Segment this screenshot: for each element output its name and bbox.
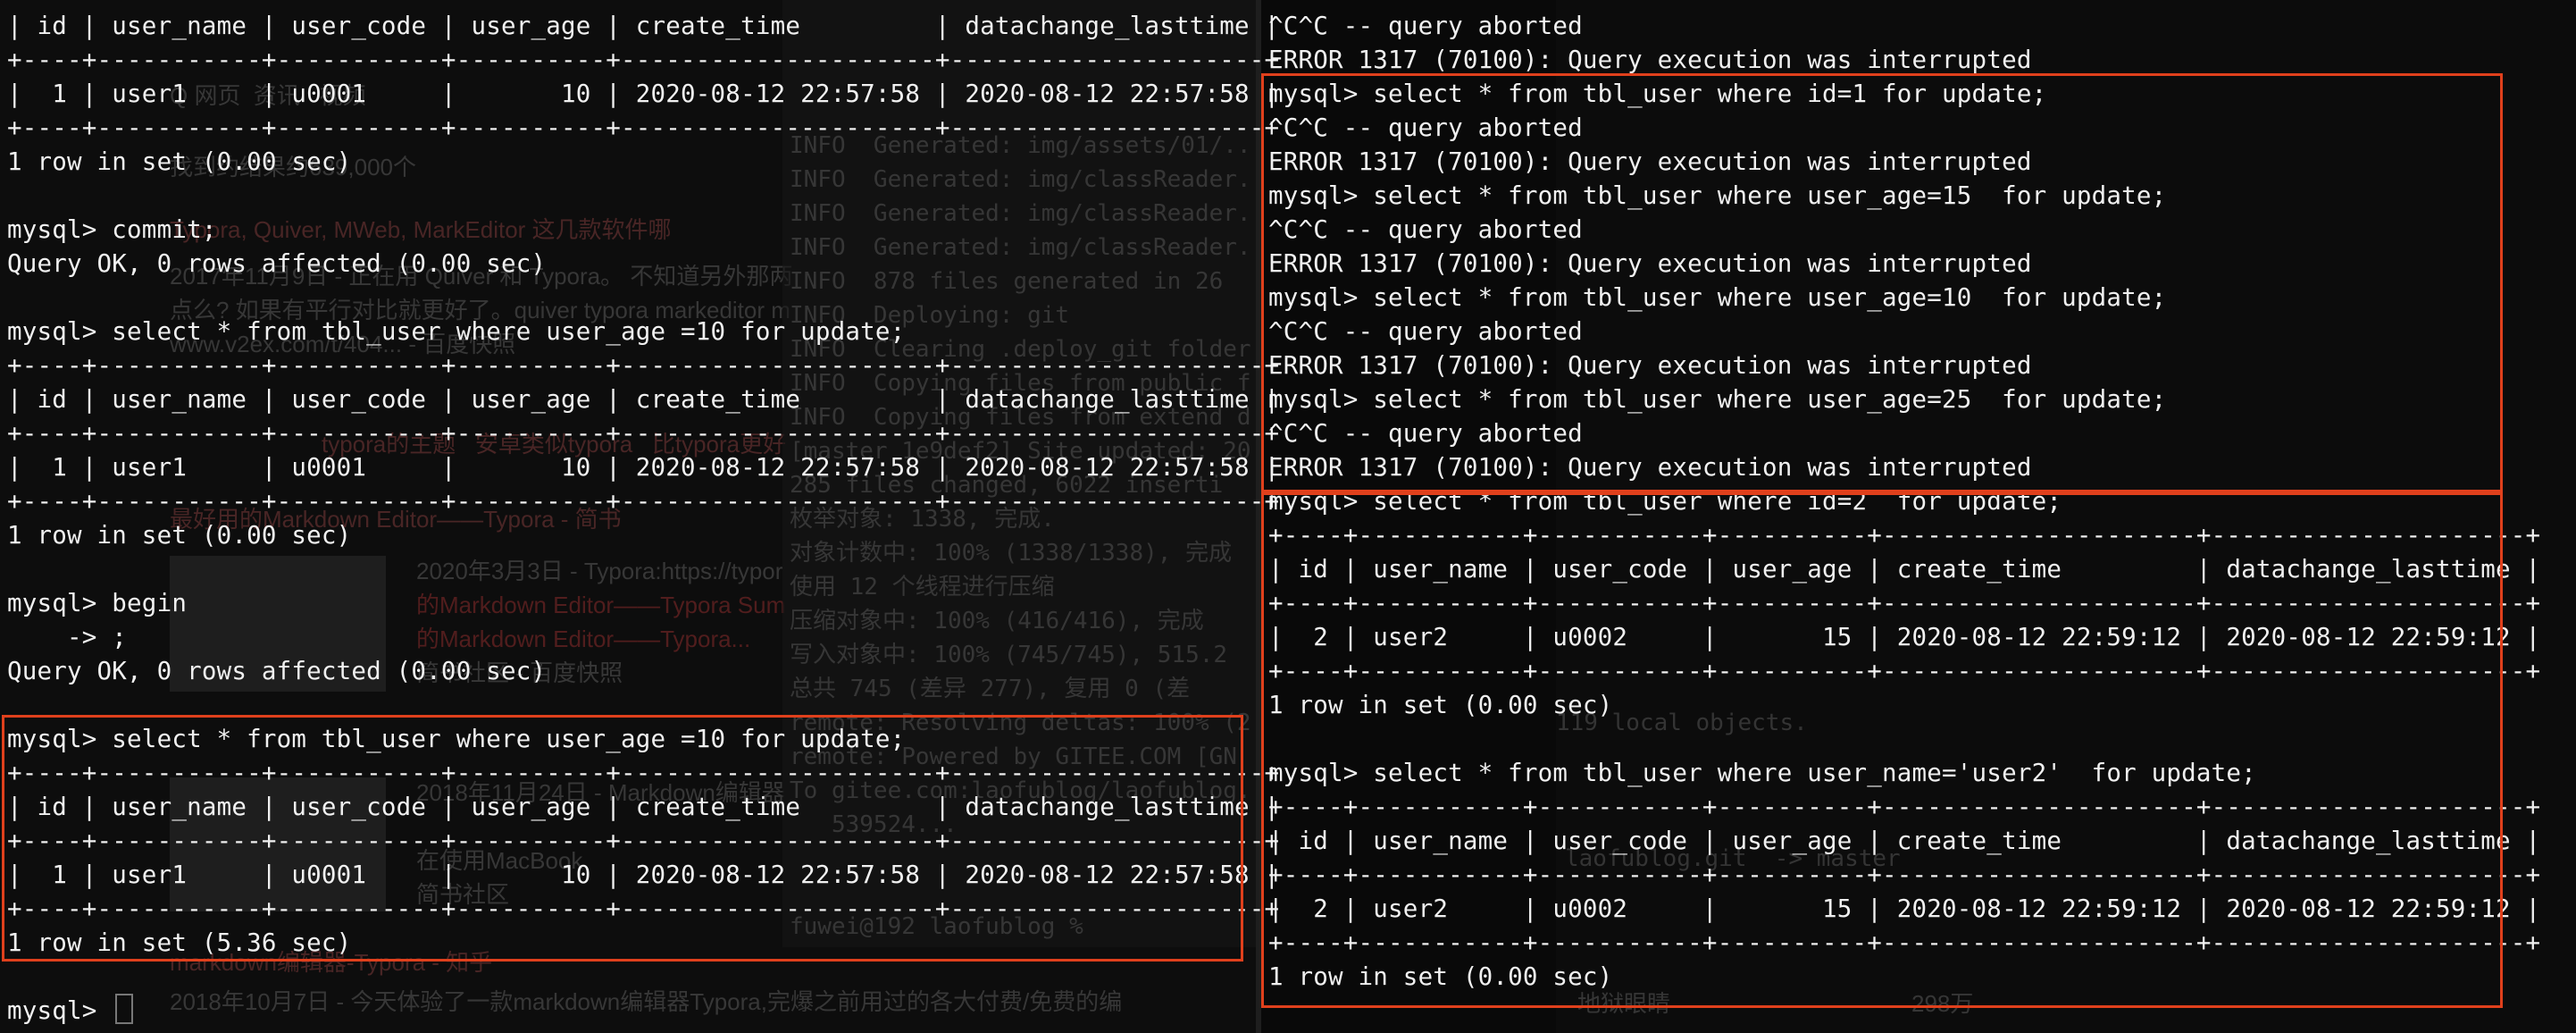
error-message: ERROR 1317 (70100): Query execution was … <box>1268 147 2032 176</box>
command-line: mysql> select * from tbl_user where id=2… <box>1268 487 2062 516</box>
left-terminal-output: | id | user_name | user_code | user_age … <box>7 9 1279 1028</box>
table-header: | id | user_name | user_code | user_age … <box>1268 555 2541 584</box>
table-border: +----+-----------+-----------+----------… <box>7 46 1280 74</box>
command-result: Query OK, 0 rows affected (0.00 sec) <box>7 657 547 685</box>
command-line: mysql> select * from tbl_user where user… <box>1268 181 2167 210</box>
table-border: +----+-----------+-----------+----------… <box>7 113 1280 142</box>
result-summary: 1 row in set (0.00 sec) <box>7 147 352 176</box>
error-message: ERROR 1317 (70100): Query execution was … <box>1268 249 2032 278</box>
error-message: ERROR 1317 (70100): Query execution was … <box>1268 351 2032 380</box>
command-line: mysql> select * from tbl_user where user… <box>7 725 906 753</box>
table-border: +----+-----------+-----------+----------… <box>7 759 1280 787</box>
table-border: +----+-----------+-----------+----------… <box>7 419 1280 448</box>
command-line: mysql> select * from tbl_user where id=1… <box>1268 80 2047 108</box>
table-row: | 1 | user1 | u0001 | 10 | 2020-08-12 22… <box>7 861 1280 889</box>
table-row: | 1 | user1 | u0001 | 10 | 2020-08-12 22… <box>7 453 1280 482</box>
abort-message: ^C^C -- query aborted <box>1268 215 1583 244</box>
result-summary: 1 row in set (0.00 sec) <box>1268 962 1613 991</box>
table-border: +----+-----------+-----------+----------… <box>1268 657 2541 685</box>
command-line: mysql> begin <box>7 589 188 617</box>
result-summary: 1 row in set (0.00 sec) <box>1268 691 1613 719</box>
command-result: Query OK, 0 rows affected (0.00 sec) <box>7 249 547 278</box>
table-border: +----+-----------+-----------+----------… <box>1268 521 2541 550</box>
result-summary: 1 row in set (0.00 sec) <box>7 521 352 550</box>
table-border: +----+-----------+-----------+----------… <box>1268 928 2541 957</box>
table-border: +----+-----------+-----------+----------… <box>7 351 1280 380</box>
abort-message: ^C^C -- query aborted <box>1268 317 1583 346</box>
command-line: mysql> select * from tbl_user where user… <box>1268 759 2256 787</box>
prompt-line[interactable]: mysql> <box>7 994 1279 1028</box>
table-row: | 2 | user2 | u0002 | 15 | 2020-08-12 22… <box>1268 894 2541 923</box>
text-cursor[interactable] <box>115 994 134 1024</box>
command-line: mysql> select * from tbl_user where user… <box>7 317 906 346</box>
table-header: | id | user_name | user_code | user_age … <box>7 385 1280 414</box>
table-border: +----+-----------+-----------+----------… <box>1268 589 2541 617</box>
table-header: | id | user_name | user_code | user_age … <box>7 793 1280 821</box>
error-message: ERROR 1317 (70100): Query execution was … <box>1268 46 2032 74</box>
table-border: +----+-----------+-----------+----------… <box>1268 793 2541 821</box>
command-line: mysql> commit; <box>7 215 217 244</box>
command-continuation: -> ; <box>7 623 128 651</box>
mysql-prompt: mysql> <box>7 996 113 1025</box>
table-border: +----+-----------+-----------+----------… <box>7 487 1280 516</box>
table-header: | id | user_name | user_code | user_age … <box>1268 827 2541 855</box>
command-line: mysql> select * from tbl_user where user… <box>1268 385 2167 414</box>
right-terminal-output: ^C^C -- query aborted ERROR 1317 (70100)… <box>1268 9 2540 994</box>
error-message: ERROR 1317 (70100): Query execution was … <box>1268 453 2032 482</box>
result-summary: 1 row in set (5.36 sec) <box>7 928 352 957</box>
table-border: +----+-----------+-----------+----------… <box>1268 861 2541 889</box>
table-border: +----+-----------+-----------+----------… <box>7 894 1280 923</box>
table-row: | 1 | user1 | u0001 | 10 | 2020-08-12 22… <box>7 80 1280 108</box>
abort-message: ^C^C -- query aborted <box>1268 12 1583 40</box>
table-row: | 2 | user2 | u0002 | 15 | 2020-08-12 22… <box>1268 623 2541 651</box>
command-line: mysql> select * from tbl_user where user… <box>1268 283 2167 312</box>
abort-message: ^C^C -- query aborted <box>1268 113 1583 142</box>
table-header: | id | user_name | user_code | user_age … <box>7 12 1280 40</box>
abort-message: ^C^C -- query aborted <box>1268 419 1583 448</box>
table-border: +----+-----------+-----------+----------… <box>7 827 1280 855</box>
